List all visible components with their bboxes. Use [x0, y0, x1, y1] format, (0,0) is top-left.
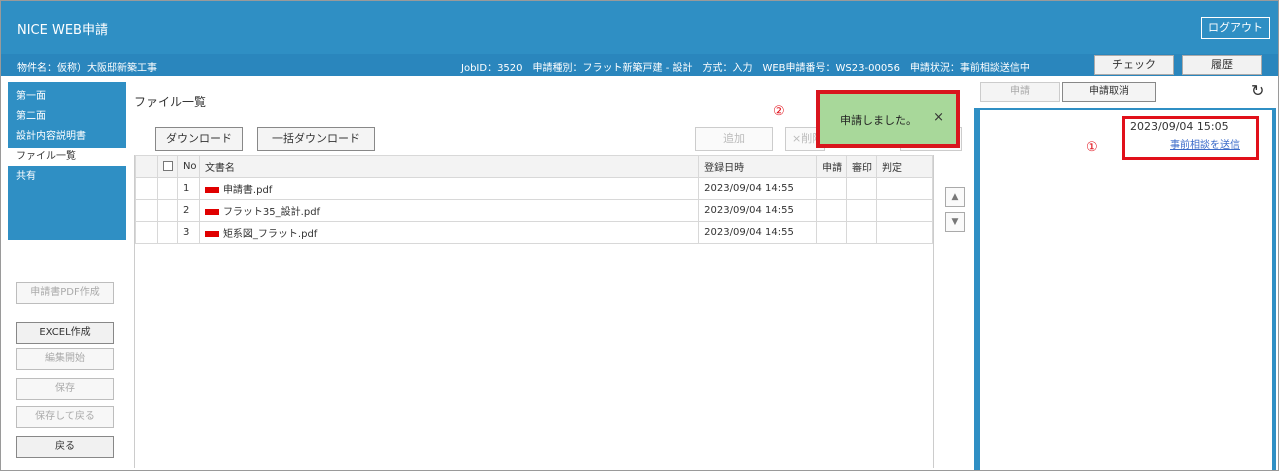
row-date: 2023/09/04 14:55: [698, 199, 818, 222]
page-title: ファイル一覧: [134, 95, 207, 109]
create-pdf-button[interactable]: 申請書PDF作成: [16, 282, 114, 304]
save-and-back-button[interactable]: 保存して戻る: [16, 406, 114, 428]
history-button[interactable]: 履歴: [1182, 55, 1262, 75]
app-header: NICE WEB申請 ログアウト: [1, 1, 1278, 54]
column-header-date: 登録日時: [698, 155, 818, 178]
table-row[interactable]: 1 申請書.pdf 2023/09/04 14:55: [135, 177, 933, 200]
row-no: 2: [176, 199, 200, 222]
back-button[interactable]: 戻る: [16, 436, 114, 458]
column-header-name: 文書名: [198, 155, 700, 178]
row-filename-cell[interactable]: 矩系図_フラット.pdf: [198, 221, 700, 244]
info-bar: 物件名：仮称）大阪邸新築工事 JobID：3520 申請種別：フラット新築戸建 …: [1, 54, 1278, 76]
row-seal: [846, 199, 878, 222]
check-button[interactable]: チェック: [1094, 55, 1174, 75]
row-judge: [876, 177, 933, 200]
row-judge: [876, 199, 933, 222]
sidebar-nav: 第一面 第二面 設計内容説明書 ファイル一覧 共有: [8, 82, 126, 240]
activity-timestamp: 2023/09/04 15:05: [1130, 120, 1229, 133]
row-filename[interactable]: フラット35_設計.pdf: [223, 207, 320, 218]
table-row[interactable]: 2 フラット35_設計.pdf 2023/09/04 14:55: [135, 199, 933, 222]
logout-button[interactable]: ログアウト: [1201, 17, 1270, 39]
file-table: No 文書名 登録日時 申請 審印 判定 1 申請書.pdf 2023/09/0…: [135, 155, 933, 244]
consultation-sent-link[interactable]: 事前相談を送信: [1170, 136, 1240, 151]
row-filename[interactable]: 矩系図_フラット.pdf: [223, 229, 317, 240]
chevron-up-icon: ▲: [951, 192, 959, 202]
download-button[interactable]: ダウンロード: [155, 127, 243, 151]
row-spacer: [135, 221, 158, 244]
pdf-file-icon: [204, 187, 219, 193]
table-header-row: No 文書名 登録日時 申請 審印 判定: [135, 155, 933, 178]
column-header-no: No: [176, 155, 200, 178]
row-no: 1: [176, 177, 200, 200]
close-icon[interactable]: ×: [933, 110, 944, 125]
success-toast: 申請しました。 ×: [816, 90, 960, 148]
select-all-checkbox[interactable]: [162, 161, 173, 171]
table-header-spacer: [135, 155, 158, 178]
app-title: NICE WEB申請: [17, 23, 108, 38]
column-header-apply: 申請: [816, 155, 848, 178]
callout-marker-2: ②: [773, 104, 785, 119]
chevron-down-icon: ▼: [951, 217, 959, 227]
pdf-file-icon: [204, 231, 219, 237]
row-date: 2023/09/04 14:55: [698, 221, 818, 244]
save-button[interactable]: 保存: [16, 378, 114, 400]
row-apply: [816, 177, 848, 200]
sidebar-item-share[interactable]: 共有: [8, 168, 126, 186]
select-all-checkbox-cell[interactable]: [156, 155, 178, 178]
row-date: 2023/09/04 14:55: [698, 177, 818, 200]
row-apply: [816, 199, 848, 222]
row-checkbox-cell: [156, 221, 178, 244]
sidebar-item-file-list[interactable]: ファイル一覧: [8, 148, 126, 166]
sidebar-item-design-spec[interactable]: 設計内容説明書: [8, 128, 126, 146]
activity-panel: [974, 108, 1276, 470]
sidebar: 第一面 第二面 設計内容説明書 ファイル一覧 共有 申請書PDF作成 EXCEL…: [8, 82, 126, 468]
row-checkbox-cell: [156, 199, 178, 222]
row-filename[interactable]: 申請書.pdf: [223, 185, 272, 196]
create-excel-button[interactable]: EXCEL作成: [16, 322, 114, 344]
sidebar-item-page1[interactable]: 第一面: [8, 88, 126, 106]
row-seal: [846, 221, 878, 244]
apply-button[interactable]: 申請: [980, 82, 1060, 102]
edit-start-button[interactable]: 編集開始: [16, 348, 114, 370]
job-details: JobID：3520 申請種別：フラット新築戸建 - 設計 方式：入力 WEB申…: [461, 63, 1030, 74]
file-table-panel: No 文書名 登録日時 申請 審印 判定 1 申請書.pdf 2023/09/0…: [134, 155, 934, 468]
sidebar-item-page2[interactable]: 第二面: [8, 108, 126, 126]
property-name: 物件名：仮称）大阪邸新築工事: [17, 63, 157, 74]
activity-list: [980, 110, 1272, 470]
row-filename-cell[interactable]: 申請書.pdf: [198, 177, 700, 200]
row-spacer: [135, 177, 158, 200]
row-spacer: [135, 199, 158, 222]
move-down-button[interactable]: ▼: [945, 212, 965, 232]
refresh-icon[interactable]: ↻: [1251, 82, 1269, 100]
move-up-button[interactable]: ▲: [945, 187, 965, 207]
row-filename-cell[interactable]: フラット35_設計.pdf: [198, 199, 700, 222]
pdf-file-icon: [204, 209, 219, 215]
toast-message: 申請しました。: [840, 114, 917, 127]
cancel-application-button[interactable]: 申請取消: [1062, 82, 1156, 102]
column-header-judge: 判定: [876, 155, 933, 178]
row-seal: [846, 177, 878, 200]
table-row[interactable]: 3 矩系図_フラット.pdf 2023/09/04 14:55: [135, 221, 933, 244]
column-header-seal: 審印: [846, 155, 878, 178]
bulk-download-button[interactable]: 一括ダウンロード: [257, 127, 375, 151]
add-file-button[interactable]: 追加: [695, 127, 773, 151]
row-checkbox-cell: [156, 177, 178, 200]
row-judge: [876, 221, 933, 244]
callout-marker-1: ①: [1086, 140, 1098, 155]
row-no: 3: [176, 221, 200, 244]
row-apply: [816, 221, 848, 244]
